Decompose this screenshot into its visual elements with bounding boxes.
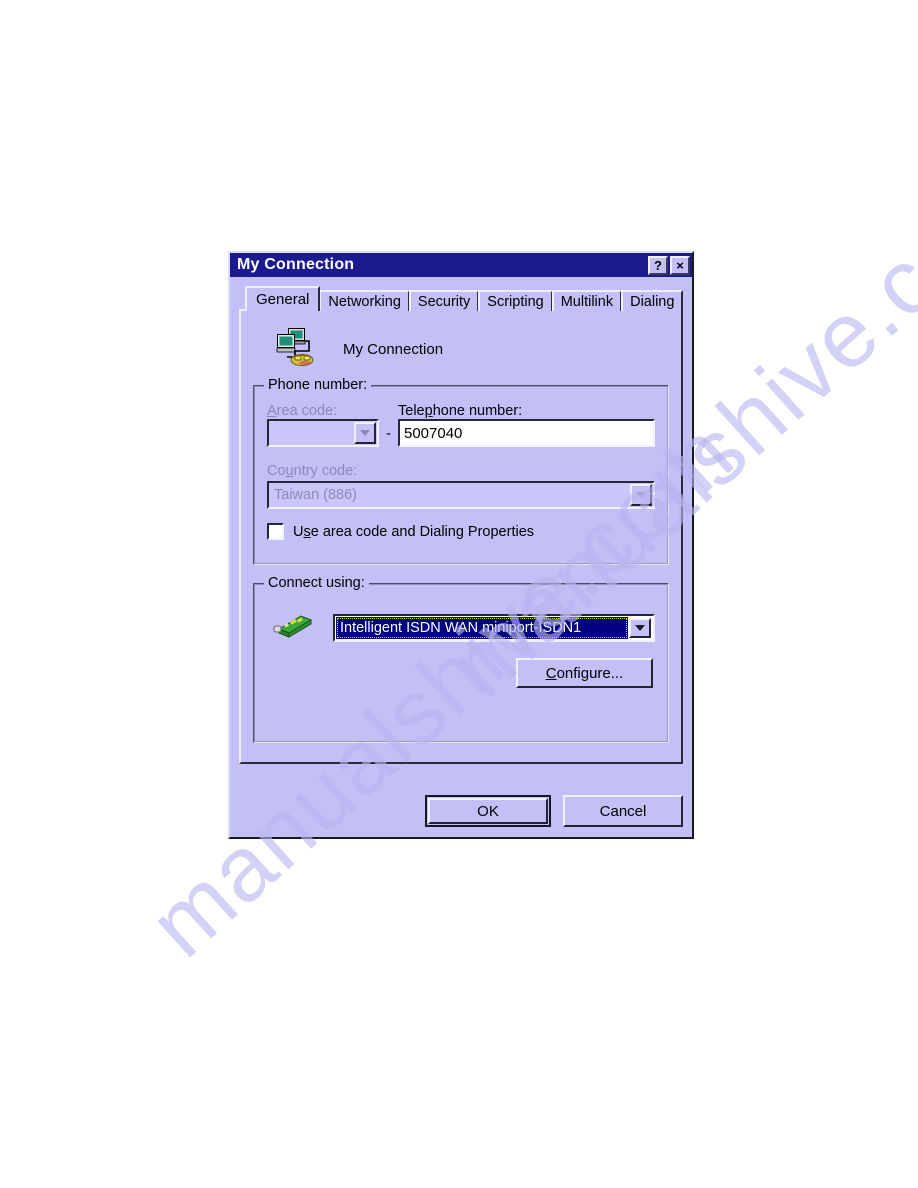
ok-button-default-frame: OK <box>425 795 551 827</box>
country-code-combo[interactable]: Taiwan (886) <box>267 481 655 509</box>
area-code-value <box>269 421 353 445</box>
area-code-label: Area code: <box>267 403 338 419</box>
tab-security[interactable]: Security <box>408 290 480 311</box>
help-button[interactable]: ? <box>648 255 668 275</box>
telephone-field-block: Telephone number: 5007040 <box>398 403 655 447</box>
computer-modem-icon <box>275 327 317 372</box>
area-code-field-block: Area code: <box>267 403 379 447</box>
phone-number-row: Area code: - Telephone number: 5007040 <box>267 403 655 447</box>
telephone-number-label: Telephone number: <box>398 403 523 419</box>
tab-multilink[interactable]: Multilink <box>551 290 623 311</box>
tab-dialing[interactable]: Dialing <box>621 290 684 311</box>
chevron-down-icon[interactable] <box>354 422 376 444</box>
tab-scripting[interactable]: Scripting <box>478 290 553 311</box>
chevron-down-icon[interactable] <box>629 617 651 638</box>
use-area-code-checkbox[interactable] <box>267 523 284 540</box>
configure-button-label: Configure... <box>545 664 624 682</box>
country-code-label: Country code: <box>267 463 358 479</box>
connect-device-value: Intelligent ISDN WAN miniport-ISDN1 <box>336 616 628 639</box>
title-bar[interactable]: My Connection ? × <box>230 253 692 277</box>
connection-name-label: My Connection <box>343 340 444 358</box>
connect-device-row: Intelligent ISDN WAN miniport-ISDN1 <box>267 611 655 644</box>
phone-number-group-title: Phone number: <box>264 377 372 393</box>
country-code-value: Taiwan (886) <box>274 487 358 503</box>
connect-using-group-title: Connect using: <box>264 575 369 591</box>
phone-separator: - <box>386 425 391 442</box>
tab-general[interactable]: General <box>245 286 321 311</box>
ok-button[interactable]: OK <box>428 798 548 824</box>
chevron-down-icon[interactable] <box>630 484 652 506</box>
dialog-button-bar: OK Cancel <box>239 795 683 827</box>
tab-networking[interactable]: Networking <box>319 290 410 311</box>
my-connection-dialog: My Connection ? × General Networking Sec… <box>228 251 694 839</box>
connection-header: My Connection <box>253 321 669 377</box>
tab-strip: General Networking Security Scripting Mu… <box>239 285 684 311</box>
window-title: My Connection <box>237 256 355 273</box>
network-adapter-card-icon <box>273 611 313 644</box>
connect-device-combo[interactable]: Intelligent ISDN WAN miniport-ISDN1 <box>333 613 655 642</box>
area-code-combo[interactable] <box>267 419 379 447</box>
phone-number-group: Phone number: Area code: - Telephone num… <box>253 377 669 565</box>
configure-button[interactable]: Configure... <box>516 658 653 688</box>
close-icon[interactable]: × <box>670 255 690 275</box>
telephone-number-input[interactable]: 5007040 <box>398 419 655 447</box>
general-tab-panel: My Connection Phone number: Area code: -… <box>239 309 683 764</box>
use-area-code-row[interactable]: Use area code and Dialing Properties <box>267 523 655 540</box>
dialog-client-area: General Networking Security Scripting Mu… <box>230 277 692 837</box>
use-area-code-label: Use area code and Dialing Properties <box>293 523 535 540</box>
connect-using-group: Connect using: Intelligent ISDN WAN mini… <box>253 575 669 743</box>
cancel-button[interactable]: Cancel <box>563 795 683 827</box>
configure-row: Configure... <box>267 658 655 688</box>
